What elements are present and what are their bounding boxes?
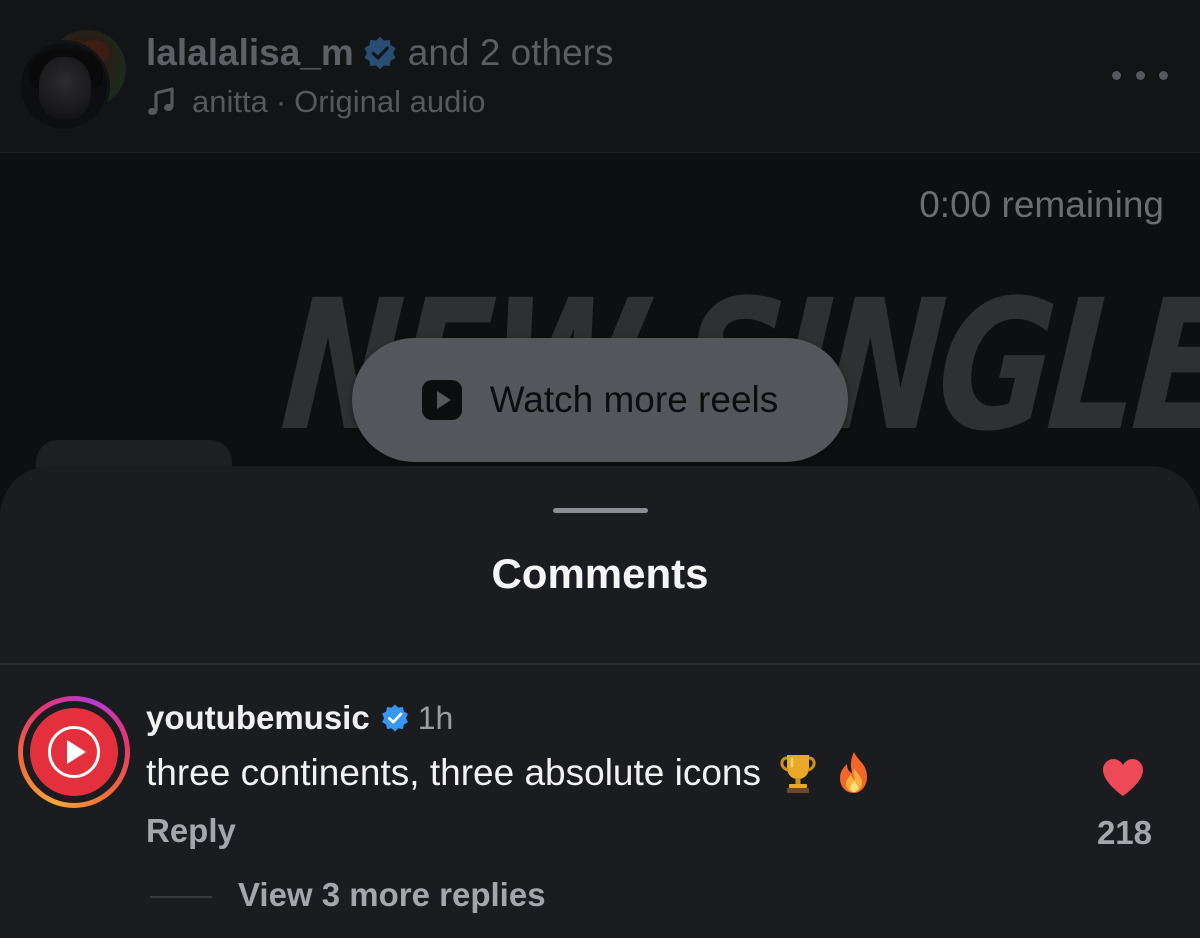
audio-title: Original audio xyxy=(294,84,486,119)
comment-time: 1h xyxy=(417,699,454,736)
reel-header: lalalalisa_m and 2 others anitta · Origi… xyxy=(0,0,1200,153)
comments-title: Comments xyxy=(491,550,709,597)
trophy-emoji-icon xyxy=(780,755,816,793)
comments-sheet: Comments youtubemusic 1h three continent… xyxy=(0,466,1200,938)
fire-emoji-icon xyxy=(840,752,867,793)
avatar-primary xyxy=(18,40,110,132)
comment-header: youtubemusic 1h xyxy=(146,696,453,740)
verified-badge-icon xyxy=(381,704,408,732)
more-dot-icon xyxy=(1159,70,1168,80)
collab-title: lalalalisa_m and 2 others xyxy=(146,30,613,76)
comment-username[interactable]: youtubemusic xyxy=(146,699,370,737)
view-more-replies-button[interactable]: View 3 more replies xyxy=(238,876,546,914)
header-username[interactable]: lalalalisa_m xyxy=(146,32,354,74)
audio-artist: anitta xyxy=(192,84,268,119)
watch-more-label: Watch more reels xyxy=(489,379,779,420)
audio-attribution[interactable]: anitta · Original audio xyxy=(146,82,485,122)
collab-others-link[interactable]: and 2 others xyxy=(408,32,614,74)
like-heart-icon[interactable] xyxy=(1100,756,1146,798)
verified-badge-icon xyxy=(364,36,396,70)
audio-separator: · xyxy=(275,84,287,119)
youtube-music-logo-icon xyxy=(30,708,118,796)
remaining-time: 0:00 remaining xyxy=(919,184,1164,225)
comment-text: three continents, three absolute icons xyxy=(146,752,761,793)
comment-body: three continents, three absolute icons xyxy=(146,748,877,798)
collab-avatars[interactable] xyxy=(18,28,126,132)
sheet-divider xyxy=(0,663,1200,665)
more-dot-icon xyxy=(1112,70,1121,80)
reels-play-icon xyxy=(421,380,462,420)
sheet-grabber[interactable] xyxy=(553,508,648,513)
music-note-icon xyxy=(148,87,174,116)
reply-button[interactable]: Reply xyxy=(146,812,236,850)
commenter-avatar[interactable] xyxy=(18,696,130,808)
more-dot-icon xyxy=(1135,70,1145,80)
more-options-button[interactable] xyxy=(1112,60,1168,90)
replies-divider-line xyxy=(150,896,212,898)
like-count: 218 xyxy=(1096,814,1152,851)
watch-more-reels-button[interactable]: Watch more reels xyxy=(352,338,848,462)
